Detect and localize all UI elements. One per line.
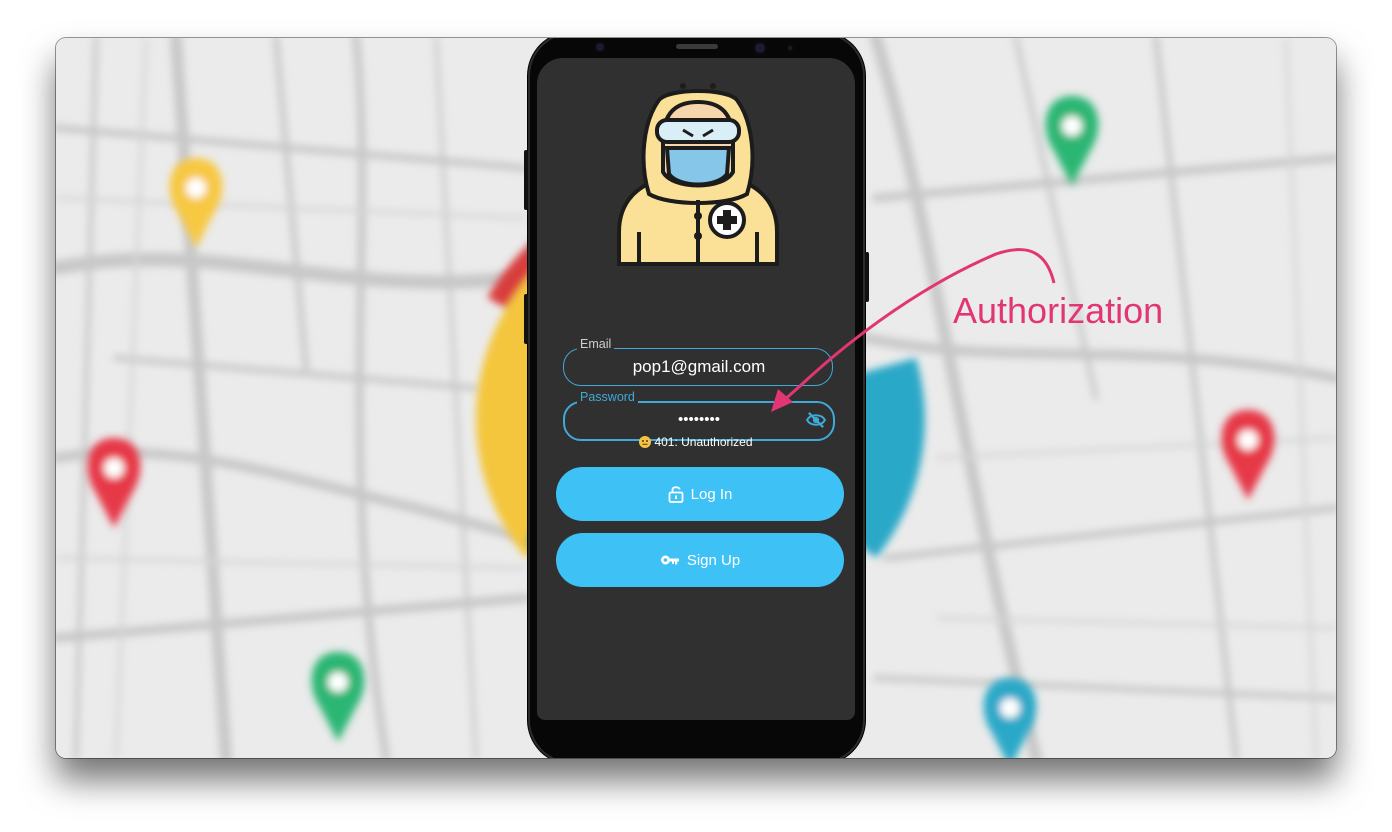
email-field[interactable]: Email pop1@gmail.com [563, 337, 835, 388]
app-screen: Email pop1@gmail.com Password •••••••• 4… [537, 58, 855, 720]
error-message: 401: Unauthorized [537, 435, 855, 449]
password-input-value[interactable]: •••••••• [563, 411, 835, 428]
earpiece-speaker [676, 44, 718, 49]
phone-mockup: Email pop1@gmail.com Password •••••••• 4… [524, 38, 869, 758]
power-button [865, 252, 869, 302]
login-button[interactable]: Log In [556, 467, 844, 521]
email-input-value[interactable]: pop1@gmail.com [563, 357, 835, 377]
login-button-label: Log In [690, 485, 733, 503]
front-camera-icon [594, 41, 606, 53]
screenshot-window: Email pop1@gmail.com Password •••••••• 4… [56, 38, 1336, 758]
lock-open-icon [668, 486, 684, 503]
email-label: Email [577, 337, 615, 351]
signup-button-label: Sign Up [686, 551, 741, 569]
annotation-label: Authorization [953, 290, 1164, 331]
sensor-icon [786, 44, 794, 52]
signup-button[interactable]: Sign Up [556, 533, 844, 587]
error-text: 401: Unauthorized [654, 435, 753, 449]
key-icon [660, 555, 679, 565]
neutral-face-icon [639, 436, 652, 448]
volume-button [524, 150, 528, 210]
bixby-button [524, 294, 528, 344]
hazmat-doctor-avatar-icon [617, 83, 779, 266]
password-label: Password [577, 390, 638, 404]
iris-scanner-icon [753, 41, 767, 55]
eye-off-icon[interactable] [805, 411, 827, 429]
